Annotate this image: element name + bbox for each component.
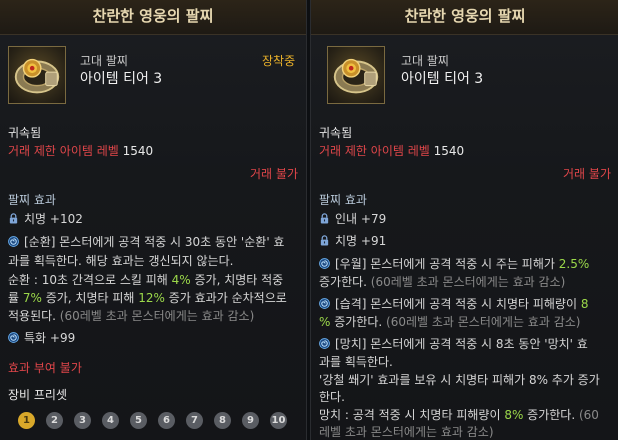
swirl-icon [319, 338, 330, 349]
effect-line: 증가한다. (60레벨 초과 몬스터에게는 효과 감소) [319, 274, 565, 291]
trade-level-value: 1540 [122, 144, 154, 158]
effect-section-title: 팔찌 효과 [8, 193, 56, 207]
lock-icon [319, 213, 330, 224]
item-icon-frame [8, 46, 66, 104]
preset-button[interactable]: 9 [242, 412, 259, 429]
preset-button[interactable]: 4 [102, 412, 119, 429]
effect-text: [순환] 몬스터에게 공격 적중 시 30초 동안 '순환' 효 [24, 235, 285, 249]
swirl-icon [8, 332, 19, 343]
effect-text: 증가, 치명타 피해 [41, 291, 139, 305]
effect-text: 증가, 치명타 적중 [190, 273, 284, 287]
trade-level-value: 1540 [433, 144, 465, 158]
effect-line: [우월] 몬스터에게 공격 적중 시 주는 피해가 2.5% [319, 256, 589, 273]
preset-button[interactable]: 6 [158, 412, 175, 429]
effect-line: 과를 획득한다. 해당 효과는 갱신되지 않는다. [8, 254, 234, 268]
effect-note: 레벨 초과 몬스터에게는 효과 감소) [319, 425, 494, 439]
preset-button[interactable]: 10 [270, 412, 287, 429]
grant-status: 효과 부여 불가 [8, 361, 82, 375]
effect-line: 률 7% 증가, 치명타 피해 12% 증가 효과가 순차적으로 [8, 290, 287, 307]
effect-line: [습격] 몬스터에게 공격 적중 시 치명타 피해량이 8 [319, 296, 588, 313]
preset-button[interactable]: 3 [74, 412, 91, 429]
effect-text: [우월] 몬스터에게 공격 적중 시 주는 피해가 [335, 257, 559, 271]
effect-line: 한다. [319, 390, 345, 404]
effect-note: (60 [578, 408, 599, 422]
effect-text: 순환 : 10초 간격으로 스킬 피해 [8, 273, 172, 287]
item-icon-frame [327, 46, 385, 104]
effect-line: [망치] 몬스터에게 공격 적중 시 8초 동안 '망치' 효 [319, 336, 588, 353]
item-grade: 고대 팔찌 [80, 54, 128, 68]
effect-text: 증가한다. [319, 275, 371, 289]
item-grade: 고대 팔찌 [401, 54, 449, 68]
swirl-icon [8, 236, 19, 247]
item-title: 찬란한 영웅의 팔찌 [0, 0, 306, 35]
preset-button[interactable]: 1 [18, 412, 35, 429]
effect-text: 률 [8, 291, 23, 305]
stat-spec: 특화 +99 [24, 331, 76, 345]
effect-text: 망치 : 공격 적중 시 치명타 피해량이 [319, 408, 505, 422]
preset-button[interactable]: 2 [46, 412, 63, 429]
effect-value: 2.5% [558, 257, 590, 271]
item-tier: 아이템 티어 3 [401, 71, 484, 87]
preset-button[interactable]: 5 [130, 412, 147, 429]
preset-label: 장비 프리셋 [8, 388, 68, 402]
preset-button[interactable]: 7 [186, 412, 203, 429]
swirl-icon [319, 258, 330, 269]
effect-value: 12% [138, 291, 165, 305]
bound-status: 귀속됨 [319, 126, 353, 140]
trade-level-row: 거래 제한 아이템 레벨 1540 [319, 143, 464, 160]
trade-status: 거래 불가 [563, 167, 611, 181]
effect-line: 적용된다. (60레벨 초과 몬스터에게는 효과 감소) [8, 308, 254, 325]
effect-value: % [319, 315, 331, 329]
effect-line: 과를 획득한다. [319, 355, 393, 369]
stat-crit: 치명 +102 [24, 212, 83, 226]
swirl-icon [319, 298, 330, 309]
stat-endurance: 인내 +79 [335, 212, 387, 226]
preset-button[interactable]: 8 [214, 412, 231, 429]
effect-line: % 증가한다. (60레벨 초과 몬스터에게는 효과 감소) [319, 314, 580, 331]
effect-section-title: 팔찌 효과 [319, 193, 367, 207]
effect-line: '강철 쐐기' 효과를 보유 시 치명타 피해가 8% 추가 증가 [319, 373, 600, 387]
bracelet-icon [328, 47, 384, 103]
effect-line: [순환] 몬스터에게 공격 적중 시 30초 동안 '순환' 효 [8, 234, 284, 251]
item-tooltip-right: 찬란한 영웅의 팔찌 고대 팔찌 아이템 티어 3 귀속됨 거래 제한 아이템 … [310, 0, 618, 440]
lock-icon [319, 235, 330, 246]
trade-level-row: 거래 제한 아이템 레벨 1540 [8, 143, 153, 160]
effect-text: [습격] 몬스터에게 공격 적중 시 치명타 피해량이 [335, 297, 581, 311]
item-title: 찬란한 영웅의 팔찌 [311, 0, 618, 35]
effect-note: (60레벨 초과 몬스터에게는 효과 감소) [59, 309, 255, 323]
stat-row-endurance: 인내 +79 [319, 211, 386, 228]
effect-value: 8 [580, 297, 589, 311]
stat-row-spec: 특화 +99 [8, 330, 75, 347]
trade-level-label: 거래 제한 아이템 레벨 [8, 144, 119, 158]
item-tier: 아이템 티어 3 [80, 71, 163, 87]
effect-line: 순환 : 10초 간격으로 스킬 피해 4% 증가, 치명타 적중 [8, 272, 283, 289]
stat-row-crit: 치명 +91 [319, 233, 386, 250]
stat-crit: 치명 +91 [335, 234, 387, 248]
effect-line: 망치 : 공격 적중 시 치명타 피해량이 8% 증가한다. (60 [319, 407, 599, 424]
stat-row-crit: 치명 +102 [8, 211, 83, 228]
effect-text: 적용된다. [8, 309, 60, 323]
trade-status: 거래 불가 [250, 167, 298, 181]
effect-value: 4% [171, 273, 191, 287]
effect-text: 증가한다. [523, 408, 579, 422]
equipped-badge: 장착중 [262, 54, 296, 68]
effect-note: (60레벨 초과 몬스터에게는 효과 감소) [386, 315, 581, 329]
effect-text: [망치] 몬스터에게 공격 적중 시 8초 동안 '망치' 효 [335, 337, 588, 351]
lock-icon [8, 213, 19, 224]
effect-value: 8% [504, 408, 524, 422]
bound-status: 귀속됨 [8, 126, 42, 140]
effect-value: 7% [22, 291, 42, 305]
effect-text: 증가 효과가 순차적으로 [164, 291, 287, 305]
bracelet-icon [9, 47, 65, 103]
trade-level-label: 거래 제한 아이템 레벨 [319, 144, 430, 158]
item-tooltip-left: 찬란한 영웅의 팔찌 고대 팔찌 아이템 티어 3 장착중 귀속됨 거래 제한 … [0, 0, 307, 440]
effect-text: 증가한다. [330, 315, 387, 329]
effect-note: (60레벨 초과 몬스터에게는 효과 감소) [370, 275, 566, 289]
